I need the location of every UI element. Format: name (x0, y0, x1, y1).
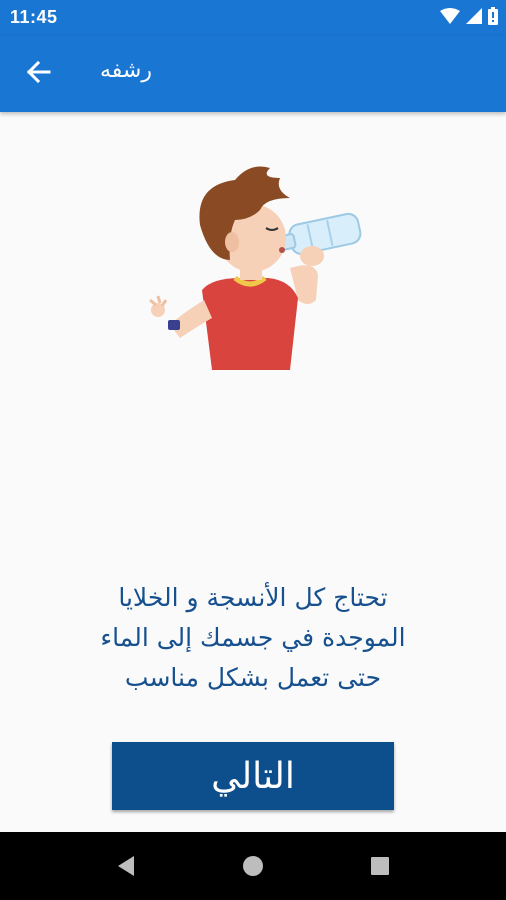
arrow-back-icon (25, 60, 51, 88)
status-icons (440, 7, 498, 29)
message-line: تحتاج كل الأنسجة و الخلايا (118, 583, 388, 612)
back-triangle-icon[interactable] (112, 852, 140, 880)
wifi-icon (440, 8, 460, 28)
next-button[interactable]: التالي (112, 742, 394, 810)
recents-square-icon[interactable] (366, 852, 394, 880)
message-text: تحتاج كل الأنسجة و الخلايا الموجدة في جس… (70, 578, 436, 698)
boy-drinking-water-icon (140, 150, 370, 380)
app-title: رشفه (100, 58, 152, 83)
signal-icon (466, 8, 482, 28)
message-line: الموجدة في جسمك إلى الماء (100, 623, 406, 652)
navigation-bar (0, 832, 506, 900)
home-circle-icon[interactable] (239, 852, 267, 880)
message-line: حتى تعمل بشكل مناسب (124, 663, 382, 692)
back-button[interactable] (18, 56, 58, 92)
status-bar: 11:45 (0, 0, 506, 36)
next-button-label: التالي (211, 755, 295, 797)
app-bar: رشفه (0, 36, 506, 112)
status-time: 11:45 (10, 7, 58, 27)
battery-icon (488, 7, 498, 29)
